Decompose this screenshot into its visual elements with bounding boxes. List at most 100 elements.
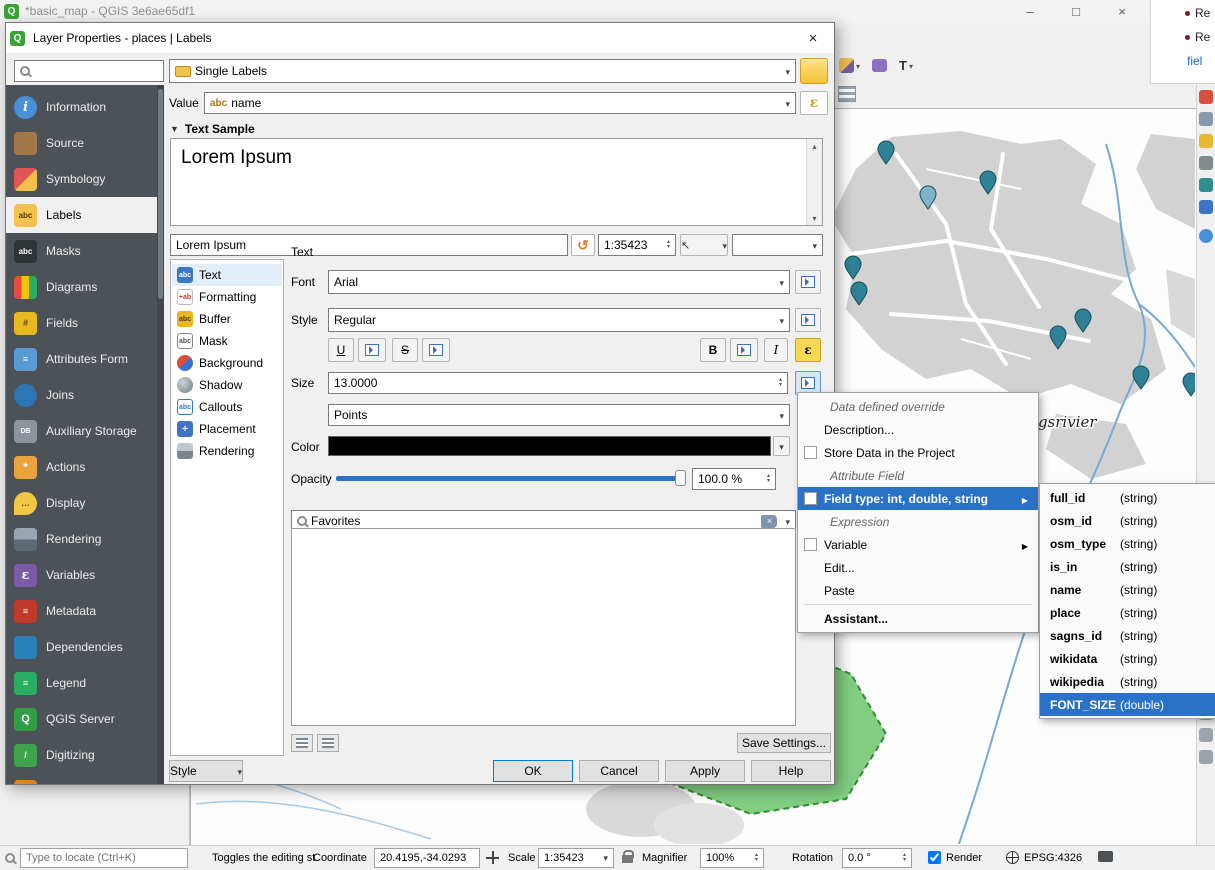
dialog-close-button[interactable]: ×: [792, 23, 834, 53]
tab-callouts[interactable]: Callouts: [172, 396, 282, 418]
font-data-defined-button[interactable]: [795, 270, 821, 294]
spinner-arrows-icon[interactable]: [755, 853, 758, 863]
sidebar-scrollbar[interactable]: [157, 85, 164, 784]
sidebar-item-actions[interactable]: Actions: [6, 449, 157, 485]
help-button[interactable]: Help: [751, 760, 831, 782]
right-toolbar-icon[interactable]: [1199, 750, 1213, 764]
underline-data-defined-button[interactable]: [358, 338, 386, 362]
italic-button[interactable]: I: [764, 338, 788, 362]
field-item-sagns_id[interactable]: sagns_id(string): [1040, 624, 1215, 647]
tab-shadow[interactable]: Shadow: [172, 374, 282, 396]
crs-globe-icon[interactable]: [1006, 851, 1019, 864]
save-settings-button[interactable]: Save Settings...: [737, 733, 831, 753]
right-toolbar-icon[interactable]: [1199, 156, 1213, 170]
size-spinbox[interactable]: 13.0000: [328, 372, 788, 394]
color-swatch-button[interactable]: [328, 436, 771, 456]
sidebar-item-3d-view[interactable]: 3D Vi: [6, 773, 157, 784]
sidebar-item-symbology[interactable]: Symbology: [6, 161, 157, 197]
right-toolbar-icon[interactable]: [1199, 728, 1213, 742]
rotation-spinbox[interactable]: 0.0 °: [842, 848, 912, 868]
close-button[interactable]: ×: [1099, 0, 1145, 22]
menu-item-assistant[interactable]: Assistant...: [798, 607, 1038, 630]
reset-sample-button[interactable]: [571, 234, 595, 256]
sidebar-item-display[interactable]: Display: [6, 485, 157, 521]
label-mode-select[interactable]: Single Labels: [169, 59, 796, 83]
menu-item-store-data[interactable]: Store Data in the Project: [798, 441, 1038, 464]
map-settings-split-button[interactable]: [680, 234, 728, 256]
magnifier-spinbox[interactable]: 100%: [700, 848, 764, 868]
spinner-arrows-icon[interactable]: [767, 474, 770, 484]
sidebar-item-auxiliary-storage[interactable]: Auxiliary Storage: [6, 413, 157, 449]
style-data-defined-button[interactable]: [795, 308, 821, 332]
tab-placement[interactable]: Placement: [172, 418, 282, 440]
preview-scrollbar[interactable]: [806, 139, 822, 225]
size-unit-select[interactable]: Points: [328, 404, 790, 426]
scale-combo[interactable]: 1:35423: [538, 848, 614, 868]
toolbar-grid-button[interactable]: [838, 86, 856, 102]
tab-mask[interactable]: Mask: [172, 330, 282, 352]
tab-background[interactable]: Background: [172, 352, 282, 374]
annotation-button[interactable]: [869, 53, 890, 77]
bold-data-defined-button[interactable]: [730, 338, 758, 362]
coordinate-box[interactable]: [374, 848, 480, 868]
checkbox-icon[interactable]: [804, 538, 817, 551]
sidebar-item-legend[interactable]: Legend: [6, 665, 157, 701]
automated-placement-settings-button[interactable]: [800, 58, 828, 84]
sidebar-item-metadata[interactable]: Metadata: [6, 593, 157, 629]
sidebar-item-dependencies[interactable]: Dependencies: [6, 629, 157, 665]
sidebar-item-attributes-form[interactable]: Attributes Form: [6, 341, 157, 377]
sample-text-field[interactable]: [176, 238, 562, 252]
checkbox-icon[interactable]: [804, 446, 817, 459]
search-input[interactable]: [34, 64, 158, 78]
menu-item-variable[interactable]: Variable: [798, 533, 1038, 556]
right-toolbar-icon[interactable]: [1199, 134, 1213, 148]
list-view-button[interactable]: [317, 734, 339, 752]
right-toolbar-icon[interactable]: [1199, 90, 1213, 104]
strikeout-button[interactable]: S: [392, 338, 418, 362]
apply-button[interactable]: Apply: [665, 760, 745, 782]
opacity-spinbox[interactable]: 100.0 %: [692, 468, 776, 490]
scroll-up-icon[interactable]: [807, 139, 822, 153]
right-toolbar-icon[interactable]: [1199, 200, 1213, 214]
text-annotation-button[interactable]: T: [896, 53, 916, 77]
bold-button[interactable]: B: [700, 338, 726, 362]
preview-background-combo[interactable]: [732, 234, 823, 256]
sidebar-item-masks[interactable]: Masks: [6, 233, 157, 269]
scrollbar-thumb[interactable]: [158, 89, 163, 299]
locate-input[interactable]: [26, 852, 182, 864]
cancel-button[interactable]: Cancel: [579, 760, 659, 782]
italic-expression-button[interactable]: [795, 338, 821, 362]
field-item-wikidata[interactable]: wikidata(string): [1040, 647, 1215, 670]
right-toolbar-icon[interactable]: [1199, 178, 1213, 192]
sidebar-item-variables[interactable]: Variables: [6, 557, 157, 593]
field-item-name[interactable]: name(string): [1040, 578, 1215, 601]
spinner-arrows-icon[interactable]: [779, 378, 782, 388]
sidebar-item-digitizing[interactable]: Digitizing: [6, 737, 157, 773]
minimize-button[interactable]: –: [1007, 0, 1053, 22]
render-checkbox[interactable]: [928, 851, 941, 864]
info-icon[interactable]: [1199, 229, 1213, 243]
sidebar-item-fields[interactable]: Fields: [6, 305, 157, 341]
lock-icon[interactable]: [622, 855, 633, 863]
sidebar-item-qgis-server[interactable]: QGIS Server: [6, 701, 157, 737]
opacity-slider[interactable]: [336, 468, 686, 488]
field-item-wikipedia[interactable]: wikipedia(string): [1040, 670, 1215, 693]
field-item-place[interactable]: place(string): [1040, 601, 1215, 624]
font-select[interactable]: Arial: [328, 270, 790, 294]
coordinate-input[interactable]: [380, 852, 474, 864]
right-toolbar-icon[interactable]: [1199, 112, 1213, 126]
sidebar-item-labels[interactable]: Labels: [6, 197, 157, 233]
menu-item-description[interactable]: Description...: [798, 418, 1038, 441]
sidebar-item-source[interactable]: Source: [6, 125, 157, 161]
checkbox-icon[interactable]: [804, 492, 817, 505]
field-item-osm_type[interactable]: osm_type(string): [1040, 532, 1215, 555]
spinner-arrows-icon[interactable]: [903, 853, 906, 863]
map-tips-button[interactable]: [836, 53, 863, 77]
sidebar-item-joins[interactable]: Joins: [6, 377, 157, 413]
sidebar-item-diagrams[interactable]: Diagrams: [6, 269, 157, 305]
menu-item-paste[interactable]: Paste: [798, 579, 1038, 602]
scroll-down-icon[interactable]: [807, 211, 822, 225]
style-select[interactable]: Regular: [328, 308, 790, 332]
text-sample-expander[interactable]: Text Sample: [170, 122, 255, 136]
ok-button[interactable]: OK: [493, 760, 573, 782]
